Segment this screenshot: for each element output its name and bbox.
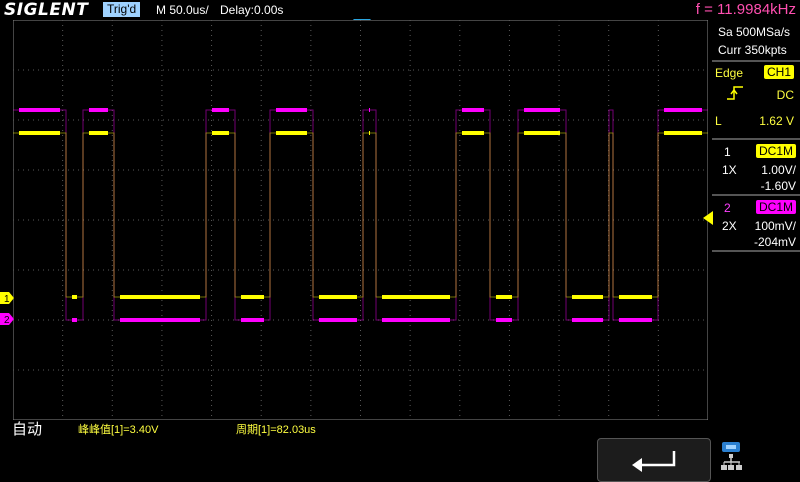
frequency-counter: f = 11.9984kHz: [695, 1, 796, 18]
network-icon[interactable]: [720, 442, 746, 476]
sample-rate: Sa 500MSa/s: [718, 25, 791, 39]
return-arrow-icon: [632, 451, 676, 472]
channel2-number: 2: [724, 201, 731, 215]
trigger-level-value: 1.62 V: [759, 114, 794, 128]
status-bar: SIGLENT Trig'd M 50.0us/ Delay:0.00s f =…: [0, 0, 800, 20]
svg-text:2: 2: [4, 315, 10, 325]
trigger-status-badge: Trig'd: [103, 2, 141, 17]
bottom-bar: 自动 峰峰值[1]=3.40V 周期[1]=82.03us: [0, 420, 800, 482]
waveform-display: [13, 20, 708, 420]
rising-edge-icon: [727, 86, 743, 100]
trigger-type-label: Edge: [715, 66, 744, 80]
delay-readout[interactable]: Delay:0.00s: [220, 2, 283, 18]
svg-text:1: 1: [4, 294, 10, 304]
channel1-probe: 1X: [722, 163, 737, 177]
channel2-coupling-badge: DC1M: [756, 200, 797, 214]
trigger-mode[interactable]: 自动: [12, 420, 42, 440]
trigger-source-badge: CH1: [764, 65, 795, 79]
channel1-offset: -1.60V: [760, 179, 796, 193]
measurement-period: 周期[1]=82.03us: [236, 424, 316, 436]
measurement-peak-to-peak: 峰峰值[1]=3.40V: [78, 424, 159, 436]
channel1-scale: 1.00V/: [761, 163, 796, 177]
channel1-coupling-badge: DC1M: [756, 144, 797, 158]
channel1-number: 1: [724, 145, 731, 159]
channel2-offset-marker[interactable]: 2: [0, 313, 14, 325]
channel2-panel[interactable]: 2 DC1M 2X 100mV/ -204mV: [712, 197, 800, 249]
channel2-offset: -204mV: [753, 235, 796, 249]
channel1-offset-marker[interactable]: 1: [0, 292, 14, 304]
info-panel: Sa 500MSa/s Curr 350kpts Edge CH1 DC L 1…: [712, 20, 800, 420]
timebase-readout[interactable]: M 50.0us/: [156, 2, 209, 18]
back-button[interactable]: [597, 438, 711, 482]
channel1-panel[interactable]: 1 DC1M 1X 1.00V/ -1.60V: [712, 141, 800, 193]
brand-logo: SIGLENT: [4, 0, 89, 20]
channel2-scale: 100mV/: [754, 219, 796, 233]
trigger-level-label: L: [715, 114, 722, 128]
trigger-coupling: DC: [776, 88, 794, 102]
channel2-probe: 2X: [722, 219, 737, 233]
memory-depth: Curr 350kpts: [718, 43, 787, 57]
